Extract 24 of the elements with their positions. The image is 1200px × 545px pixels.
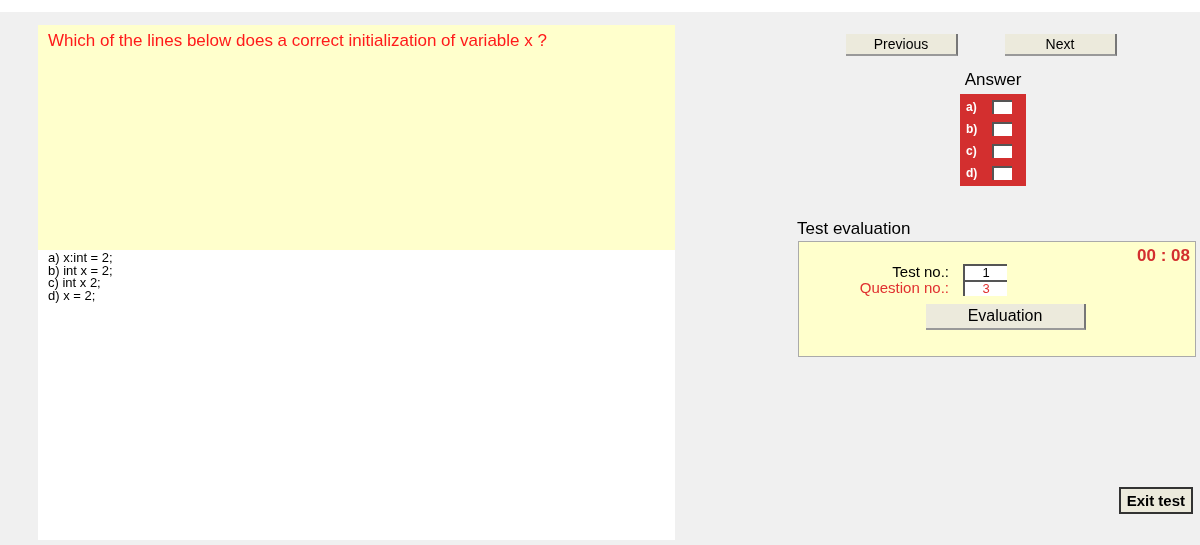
field-label: Question no.: (858, 280, 949, 296)
checkbox[interactable] (992, 122, 1012, 136)
option-text: a) x:int = 2; (48, 252, 114, 265)
section-heading: Test evaluation (797, 219, 912, 239)
value-field: 3 (963, 280, 1007, 296)
field-label: Test no.: (891, 264, 949, 280)
option-text: b) int x = 2; (48, 264, 114, 277)
question-text: Which of the lines below does a correct initialization of variable x ? (48, 32, 548, 50)
option-text: d) x = 2; (48, 289, 96, 302)
nav-button[interactable]: Next (1005, 34, 1117, 56)
choice-label: a) (966, 100, 978, 114)
exit-button[interactable]: Exit test (1118, 487, 1193, 514)
checkbox[interactable] (992, 144, 1012, 158)
choice-label: b) (966, 122, 979, 136)
nav-button[interactable]: Previous (846, 34, 958, 56)
choice-label: c) (966, 144, 978, 158)
answer-heading: Answer (964, 70, 1022, 90)
timer: 00 : 08 (1137, 246, 1190, 266)
choice-label: d) (966, 166, 979, 180)
value-field: 1 (963, 264, 1007, 280)
checkbox[interactable] (992, 166, 1012, 180)
option-text: c) int x 2; (48, 277, 102, 290)
checkbox[interactable] (992, 100, 1012, 114)
evaluation-button[interactable]: Evaluation (926, 304, 1086, 330)
